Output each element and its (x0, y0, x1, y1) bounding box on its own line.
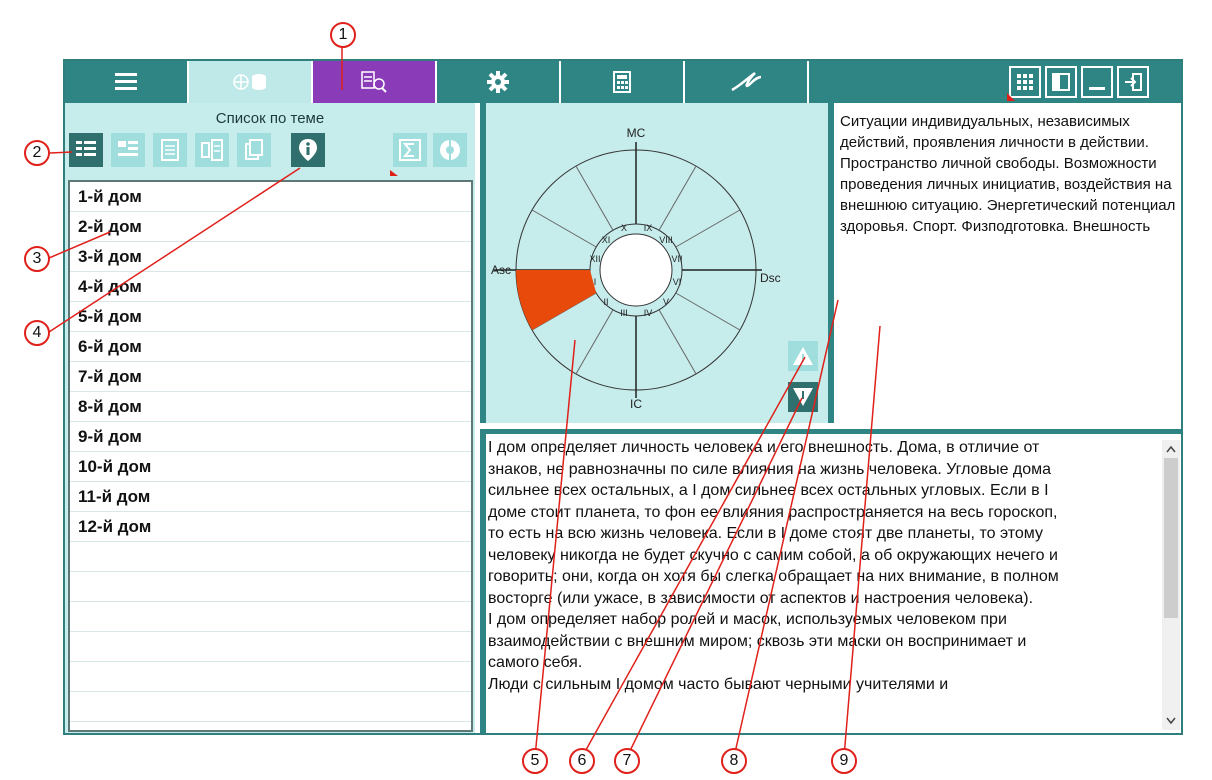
callout-marker: 5 (522, 748, 548, 774)
callout-marker: 8 (721, 748, 747, 774)
callout-marker: 3 (24, 246, 50, 272)
callout-marker: 6 (569, 748, 595, 774)
callout-marker: 7 (614, 748, 640, 774)
callout-marker: 2 (24, 140, 50, 166)
callout-marker: 9 (831, 748, 857, 774)
annotation-lines (48, 48, 881, 758)
callout-marker: 1 (330, 22, 356, 48)
callout-marker: 4 (24, 320, 50, 346)
